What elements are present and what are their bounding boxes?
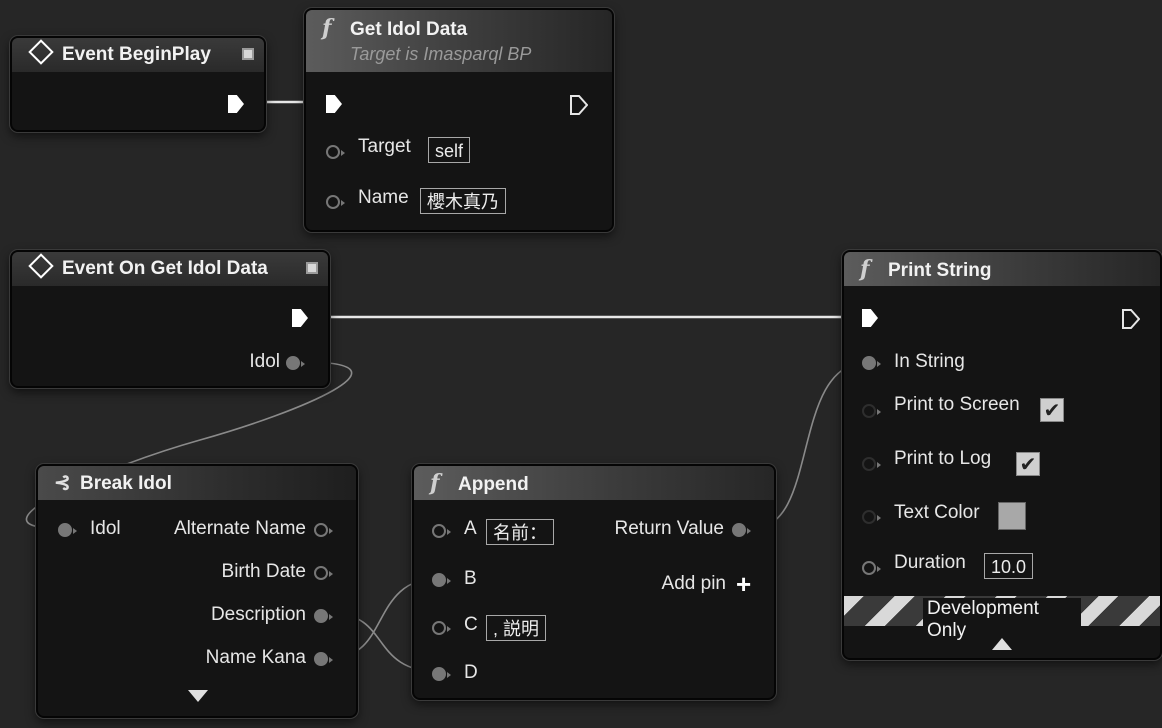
a-pin[interactable] [432,524,451,538]
development-only-banner: Development Only [844,596,1160,642]
blueprint-graph[interactable]: Event BeginPlay f Get Idol Data Target is… [0,0,1162,728]
duration-pin[interactable] [862,561,881,575]
plus-icon[interactable]: + [736,571,751,597]
c-label: C [464,614,478,635]
birth-date-label: Birth Date [221,561,306,582]
target-label: Target [358,136,411,157]
node-event-on-get-idol-data[interactable]: Event On Get Idol Data Idol [10,250,330,388]
text-color-label: Text Color [894,502,980,523]
node-title: Print String [888,260,992,281]
name-label: Name [358,187,409,208]
development-only-label: Development Only [923,598,1081,642]
return-value-pin[interactable] [732,523,751,537]
d-label: D [464,662,478,683]
duration-label: Duration [894,552,966,573]
target-value[interactable]: self [428,137,471,163]
add-pin-label[interactable]: Add pin [662,573,726,595]
name-kana-label: Name Kana [205,647,306,668]
node-header: f Print String [844,252,1160,286]
exec-in-pin[interactable] [862,309,878,327]
node-title: Break Idol [80,473,172,494]
diamond-icon [28,39,54,65]
exec-out-pin[interactable] [570,95,588,115]
node-header: ⊰ Break Idol [38,466,356,500]
c-pin[interactable] [432,621,451,635]
node-title: Event On Get Idol Data [62,258,268,279]
break-struct-icon: ⊰ [54,472,71,494]
triangle-up-icon[interactable] [992,638,1012,650]
c-value-input[interactable]: , 説明 [486,615,547,641]
exec-in-pin[interactable] [326,95,342,113]
exec-out-pin[interactable] [1122,309,1140,329]
node-break-idol[interactable]: ⊰ Break Idol Idol Alternate Name Birth Da… [36,464,358,718]
return-value-label: Return Value [614,518,725,539]
duration-input[interactable]: 10.0 [984,553,1034,579]
node-event-beginplay[interactable]: Event BeginPlay [10,36,266,132]
text-color-swatch[interactable] [998,502,1026,530]
idol-input-label: Idol [90,518,121,539]
exec-out-pin[interactable] [228,95,244,113]
name-value-input[interactable]: 櫻木真乃 [420,188,506,214]
d-pin[interactable] [432,667,451,681]
node-title: Append [458,474,529,495]
description-label: Description [210,604,306,625]
a-value-input[interactable]: 名前： [486,519,554,545]
print-to-screen-pin[interactable] [862,404,881,418]
node-get-idol-data[interactable]: f Get Idol Data Target is Imasparql BP Ta… [304,8,614,232]
diamond-icon [28,253,54,279]
alternate-name-label: Alternate Name [173,518,306,539]
birth-date-pin[interactable] [314,566,333,580]
node-header: f Append [414,466,774,500]
node-title: Get Idol Data [350,19,468,40]
text-color-pin[interactable] [862,510,881,524]
triangle-down-icon[interactable] [188,690,208,702]
print-to-screen-checkbox[interactable]: ✔ [1040,398,1064,422]
target-pin[interactable] [326,145,345,159]
b-pin[interactable] [432,573,451,587]
function-f-icon: f [322,15,332,41]
node-subtitle: Target is Imasparql BP [350,44,532,64]
node-header: Event On Get Idol Data [12,252,328,286]
function-f-icon: f [860,256,870,282]
in-string-label: In String [894,351,965,372]
function-f-icon: f [430,470,440,496]
name-pin[interactable] [326,195,345,209]
delegate-square-icon[interactable] [306,262,318,274]
b-label: B [464,568,477,589]
idol-output-pin[interactable] [286,356,305,370]
node-header: f Get Idol Data Target is Imasparql BP [306,10,612,72]
print-to-screen-label: Print to Screen [894,394,1020,415]
idol-input-pin[interactable] [58,523,77,537]
description-pin[interactable] [314,609,333,623]
idol-output-label: Idol [249,351,280,372]
delegate-square-icon[interactable] [242,48,254,60]
print-to-log-pin[interactable] [862,457,881,471]
node-append[interactable]: f Append A 名前： B C , 説明 D Return Value Ad… [412,464,776,700]
print-to-log-checkbox[interactable]: ✔ [1016,452,1040,476]
in-string-pin[interactable] [862,356,881,370]
a-label: A [464,518,477,539]
node-print-string[interactable]: f Print String In String Print to Screen … [842,250,1162,660]
exec-out-pin[interactable] [292,309,308,327]
node-title: Event BeginPlay [62,44,211,65]
print-to-log-label: Print to Log [894,448,992,469]
node-header: Event BeginPlay [12,38,264,72]
alternate-name-pin[interactable] [314,523,333,537]
name-kana-pin[interactable] [314,652,333,666]
